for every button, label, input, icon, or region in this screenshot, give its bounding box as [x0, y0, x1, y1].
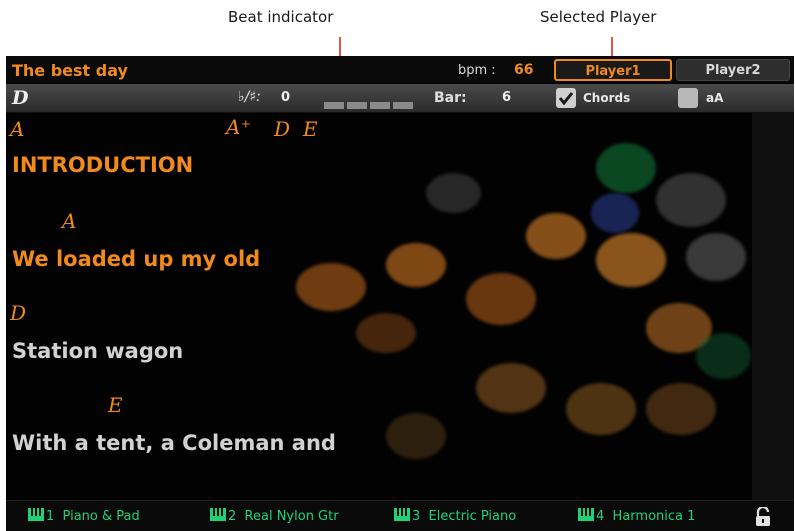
track-1[interactable]: 1 Piano & Pad [28, 508, 140, 524]
beat-segment [393, 102, 413, 109]
beat-indicator [324, 94, 416, 113]
bokeh-light [386, 243, 446, 287]
bokeh-light [686, 233, 746, 281]
track-name: Real Nylon Gtr [244, 509, 339, 524]
lyrics-screen: The best day bpm : 66 Player1 Player2 D … [6, 56, 794, 531]
chord-label: A⁺ [226, 115, 251, 139]
beat-segment [347, 102, 367, 109]
beat-segment [370, 102, 390, 109]
lyric-line: With a tent, a Coleman and [12, 431, 336, 455]
lyric-line: We loaded up my old [12, 247, 261, 271]
callout-beat-indicator: Beat indicator [228, 8, 334, 26]
keyboard-icon [394, 508, 410, 521]
track-name: Piano & Pad [62, 509, 140, 524]
track-2[interactable]: 2 Real Nylon Gtr [210, 508, 339, 524]
bokeh-light [696, 333, 751, 379]
track-name: Electric Piano [428, 509, 517, 524]
aa-label: aA [706, 91, 724, 105]
bokeh-light [526, 213, 586, 259]
song-title: The best day [12, 61, 128, 80]
transpose-label: ♭/♯: [238, 89, 261, 105]
track-number: 2 [228, 509, 237, 524]
player1-tab[interactable]: Player1 [554, 59, 672, 81]
bokeh-light [476, 363, 546, 413]
keyboard-icon [28, 508, 44, 521]
keyboard-icon [210, 508, 226, 521]
chords-label: Chords [583, 91, 631, 105]
song-key: D [12, 87, 29, 109]
track-3[interactable]: 3 Electric Piano [394, 508, 516, 524]
bokeh-light [591, 193, 639, 233]
chord-label: D [274, 117, 291, 141]
bokeh-light [656, 173, 726, 227]
chord-label: E [108, 393, 123, 417]
bokeh-light [566, 383, 636, 435]
bpm-value: 66 [514, 62, 534, 78]
chord-label: D [10, 301, 27, 325]
bokeh-light [356, 313, 416, 353]
keyboard-icon [578, 508, 594, 521]
bar-value: 6 [502, 90, 512, 105]
bokeh-light [426, 173, 481, 213]
chord-label: A [10, 117, 25, 141]
track-4[interactable]: 4 Harmonica 1 [578, 508, 695, 524]
scrollbar[interactable] [752, 113, 794, 500]
lyric-line: INTRODUCTION [12, 153, 194, 177]
header-bar: The best day bpm : 66 Player1 Player2 [6, 56, 794, 82]
checkmark-icon [558, 92, 574, 106]
track-number: 1 [46, 509, 55, 524]
unlock-icon[interactable] [754, 507, 772, 527]
bokeh-light [296, 263, 366, 311]
player2-tab[interactable]: Player2 [676, 59, 790, 81]
lyric-line: Station wagon [12, 339, 184, 363]
transpose-value: 0 [281, 90, 291, 105]
bpm-label: bpm : [458, 63, 496, 78]
chord-label: E [303, 117, 318, 141]
info-bar: D ♭/♯: 0 Bar: 6 Chords aA [6, 84, 794, 113]
chord-label: A [62, 209, 77, 233]
track-number: 3 [412, 509, 421, 524]
bokeh-light [596, 143, 656, 193]
bokeh-light [466, 273, 536, 325]
bokeh-light [386, 413, 446, 459]
track-name: Harmonica 1 [612, 509, 696, 524]
lyrics-area: A A⁺ D E INTRODUCTION A We loaded up my … [6, 113, 752, 500]
bokeh-light [596, 233, 666, 287]
track-footer: 1 Piano & Pad 2 Real Nylon Gtr 3 Electri… [6, 500, 794, 531]
callout-selected-player: Selected Player [540, 8, 657, 26]
chords-checkbox[interactable] [556, 88, 576, 108]
beat-segment [324, 102, 344, 109]
bokeh-light [646, 383, 716, 435]
aa-checkbox[interactable] [678, 88, 698, 108]
track-number: 4 [596, 509, 605, 524]
bar-label: Bar: [434, 90, 467, 106]
